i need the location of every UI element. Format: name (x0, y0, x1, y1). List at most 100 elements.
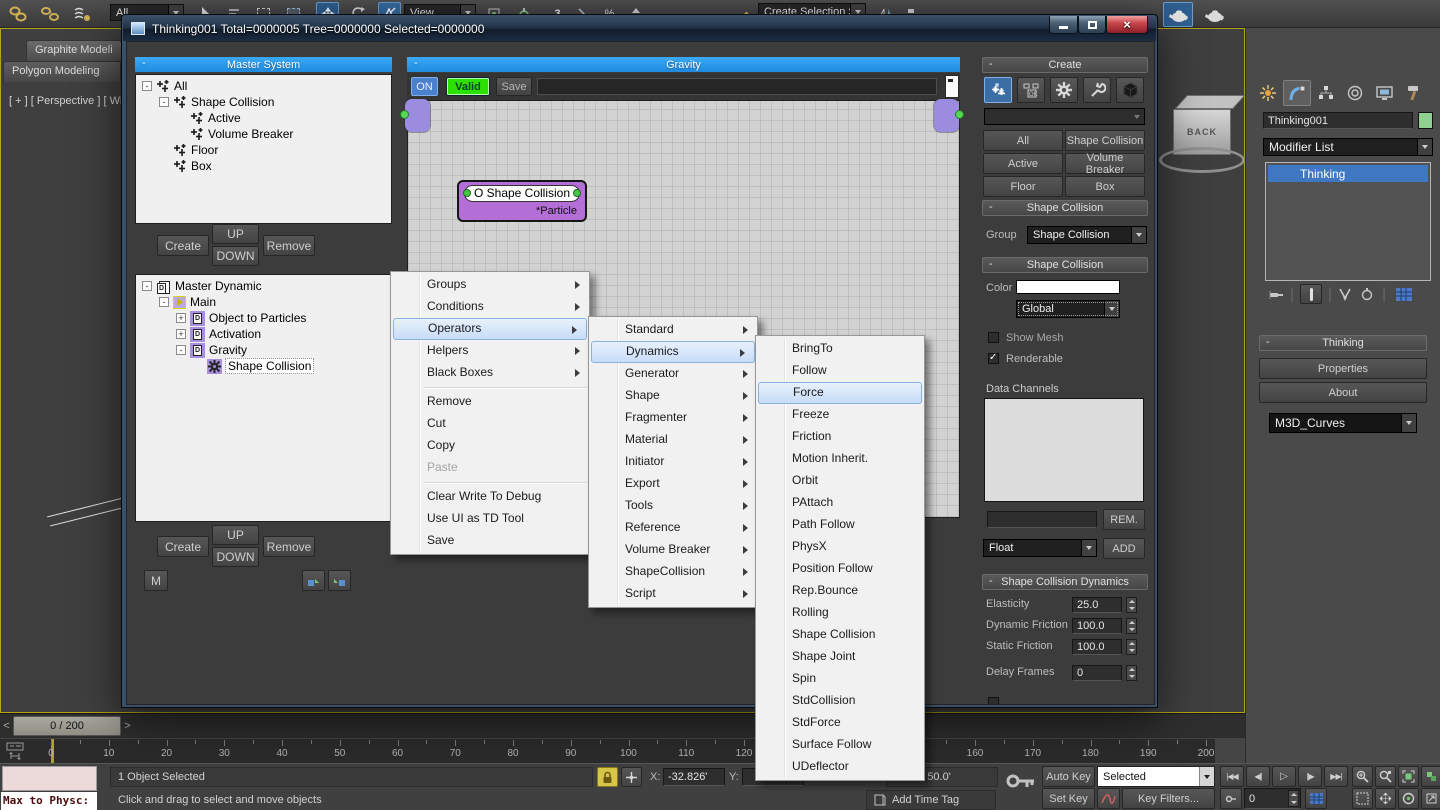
master-system-rollout-header[interactable]: - Master System (135, 57, 392, 72)
time-ruler[interactable]: 0102030405060708090100110120130140150160… (0, 738, 1215, 764)
on-button[interactable]: ON (411, 77, 438, 96)
menu-item-shape-collision[interactable]: Shape Collision (756, 624, 924, 646)
menu-item-follow[interactable]: Follow (756, 360, 924, 382)
global-dropdown[interactable]: Global (1016, 300, 1120, 318)
minimize-button[interactable] (1049, 16, 1078, 34)
object-color-swatch[interactable] (1418, 112, 1433, 129)
menu-item-freeze[interactable]: Freeze (756, 404, 924, 426)
select-and-link-icon[interactable] (6, 2, 29, 25)
expand-icon[interactable]: + (176, 329, 186, 339)
x-coordinate-field[interactable]: -32.826' (663, 768, 725, 786)
import-tree-icon[interactable] (328, 570, 351, 591)
param-field-elasticity[interactable]: 25.0 (1072, 597, 1122, 613)
tree-item-box[interactable]: Box (136, 158, 391, 174)
menu-item-spin[interactable]: Spin (756, 668, 924, 690)
tree-item-gravity[interactable]: - D Gravity (136, 342, 391, 358)
menu-item-tools[interactable]: Tools (589, 495, 757, 517)
tree-item-active[interactable]: Active (136, 110, 391, 126)
down-button[interactable]: DOWN (212, 246, 259, 266)
shape-collision-node[interactable]: O Shape Collision *Particle (457, 180, 587, 222)
remove-button[interactable]: Remove (263, 536, 315, 557)
channel-name-input[interactable] (987, 511, 1097, 528)
frame-spinner[interactable] (1288, 790, 1299, 807)
param-field-delay-frames[interactable]: 0 (1072, 665, 1122, 681)
collapse-icon[interactable]: - (159, 297, 169, 307)
menu-item-groups[interactable]: Groups (391, 274, 589, 296)
maxscript-listener[interactable]: Max to Physc: (1, 792, 97, 810)
modifier-list-dropdown[interactable]: Modifier List (1263, 138, 1433, 156)
zoom-icon[interactable] (1352, 766, 1373, 787)
shape-collision-dynamics-rollout-header[interactable]: - Shape Collision Dynamics (982, 574, 1148, 590)
bind-to-spacewarp-icon[interactable] (70, 2, 93, 25)
display-tab-icon[interactable] (1370, 80, 1398, 106)
create-operator-icon[interactable] (1050, 77, 1078, 103)
create-group-dropdown[interactable] (984, 108, 1145, 125)
menu-item-bringto[interactable]: BringTo (756, 338, 924, 360)
menu-item-fragmenter[interactable]: Fragmenter (589, 407, 757, 429)
collapse-icon[interactable]: - (159, 97, 169, 107)
menu-item-standard[interactable]: Standard (589, 319, 757, 341)
create-button[interactable]: Create (157, 536, 209, 557)
zoom-region-icon[interactable] (1352, 788, 1373, 809)
save-button[interactable]: Save (496, 77, 532, 96)
menu-item-shapecollision[interactable]: ShapeCollision (589, 561, 757, 583)
tree-item-all[interactable]: - All (136, 78, 391, 94)
timeline-left-arrow[interactable]: < (1, 716, 12, 736)
menu-item-surface-follow[interactable]: Surface Follow (756, 734, 924, 756)
tree-item-shape-collision[interactable]: Shape Collision (136, 358, 391, 374)
play-button[interactable]: ▷ (1272, 766, 1296, 787)
orbit-icon[interactable] (1398, 788, 1419, 809)
absolute-offset-toggle[interactable] (621, 767, 642, 787)
menu-item-dynamics[interactable]: Dynamics (591, 341, 755, 363)
motion-tab-icon[interactable] (1341, 80, 1369, 106)
menu-item-stdcollision[interactable]: StdCollision (756, 690, 924, 712)
tree-item-main[interactable]: - Main (136, 294, 391, 310)
menu-item-udeflector[interactable]: UDeflector (756, 756, 924, 778)
selection-set-dropdown[interactable]: Selected (1097, 766, 1215, 787)
menu-item-cut[interactable]: Cut (391, 413, 589, 435)
menu-item-conditions[interactable]: Conditions (391, 296, 589, 318)
up-button[interactable]: UP (212, 224, 259, 244)
viewcube-ring[interactable] (1159, 147, 1245, 173)
go-to-start-button[interactable]: |◀◀ (1220, 766, 1244, 787)
create-floor-button[interactable]: Floor (983, 176, 1063, 197)
up-button[interactable]: UP (212, 525, 259, 545)
menu-item-shape-joint[interactable]: Shape Joint (756, 646, 924, 668)
menu-item-volume-breaker[interactable]: Volume Breaker (589, 539, 757, 561)
menu-item-initiator[interactable]: Initiator (589, 451, 757, 473)
menu-item-helpers[interactable]: Helpers (391, 340, 589, 362)
create-rollout-header[interactable]: - Create (982, 57, 1148, 73)
collapse-icon[interactable]: - (176, 345, 186, 355)
gravity-rollout-header[interactable]: - Gravity (407, 57, 960, 72)
utilities-tab-icon[interactable] (1399, 80, 1427, 106)
modifier-stack-item-thinking[interactable]: Thinking (1268, 165, 1428, 182)
spline-object[interactable] (47, 497, 123, 518)
menu-item-export[interactable]: Export (589, 473, 757, 495)
menu-item-copy[interactable]: Copy (391, 435, 589, 457)
create-button[interactable]: Create (157, 235, 209, 256)
auto-key-button[interactable]: Auto Key (1042, 766, 1095, 787)
close-button[interactable]: × (1106, 16, 1148, 34)
viewport-label[interactable]: [ + ] [ Perspective ] [ Wir (9, 95, 126, 107)
modify-tab-icon[interactable] (1283, 80, 1311, 106)
modifier-stack[interactable]: Thinking (1265, 162, 1431, 281)
create-helper-icon[interactable] (1083, 77, 1111, 103)
menu-item-material[interactable]: Material (589, 429, 757, 451)
set-key-button[interactable]: Set Key (1042, 788, 1095, 809)
viewcube-top-face[interactable] (1174, 95, 1246, 109)
time-configuration-icon[interactable] (1305, 788, 1327, 809)
menu-item-stdforce[interactable]: StdForce (756, 712, 924, 734)
show-end-result-icon[interactable] (1300, 284, 1322, 304)
node-title[interactable]: O Shape Collision (463, 185, 581, 202)
memory-button[interactable]: M (144, 570, 168, 591)
clipped-checkbox[interactable] (988, 697, 999, 704)
zoom-extents-icon[interactable] (1398, 766, 1419, 787)
thinking-rollout-header[interactable]: - Thinking (1259, 335, 1427, 351)
zoom-extents-all-icon[interactable] (1421, 766, 1440, 787)
create-all-button[interactable]: All (983, 130, 1063, 151)
maximize-button[interactable] (1078, 16, 1106, 34)
param-spinner-static-friction[interactable] (1126, 639, 1137, 655)
menu-item-force[interactable]: Force (758, 382, 922, 404)
menu-item-pattach[interactable]: PAttach (756, 492, 924, 514)
key-filters-button[interactable]: Key Filters... (1122, 788, 1215, 809)
